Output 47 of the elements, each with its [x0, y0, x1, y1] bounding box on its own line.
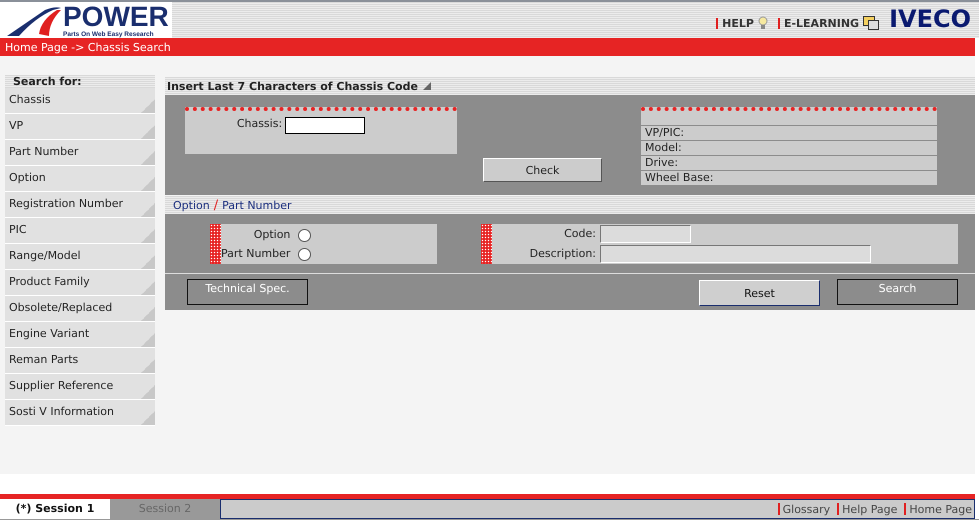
sidebar-item[interactable]: PIC	[5, 218, 155, 244]
field-label: Description:	[530, 246, 596, 262]
info-field: VP/PIC:	[641, 126, 937, 141]
option-link[interactable]: Option	[173, 198, 210, 212]
sidebar-item[interactable]: Range/Model	[5, 244, 155, 270]
chassis-field[interactable]	[285, 117, 366, 134]
logo-title: POWER	[63, 2, 169, 30]
corner-icon	[422, 82, 431, 90]
sidebar-item[interactable]: Option	[5, 166, 155, 192]
section-title: Insert Last 7 Characters of Chassis Code	[167, 80, 418, 92]
sidebar-item[interactable]: Registration Number	[5, 192, 155, 218]
footer-link[interactable]: Glossary	[782, 502, 830, 516]
separator: /	[214, 198, 218, 212]
footer-link[interactable]: Help Page	[842, 502, 898, 516]
sidebar-title: Search for:	[5, 75, 155, 88]
action-button[interactable]: Reset	[699, 280, 820, 306]
window-icon	[863, 16, 880, 30]
radio-button[interactable]	[298, 248, 312, 260]
sidebar-item[interactable]: Obsolete/Replaced	[5, 296, 155, 322]
text-field[interactable]	[600, 225, 691, 243]
chassis-label: Chassis:	[236, 117, 282, 130]
lightbulb-icon	[758, 16, 768, 30]
brand-logo: IVECO	[889, 7, 971, 31]
info-field: Model:	[641, 141, 937, 156]
header-link[interactable]: HELP	[722, 16, 754, 30]
footer-link[interactable]: Home Page	[909, 502, 972, 516]
breadcrumb: Home Page -> Chassis Search	[4, 40, 171, 54]
part-number-link[interactable]: Part Number	[222, 198, 292, 212]
dotted-strip	[210, 224, 221, 264]
radio-label: Part Number	[221, 246, 290, 260]
sidebar-item[interactable]: Sosti V Information	[5, 400, 155, 426]
info-field: Wheel Base:	[641, 171, 937, 186]
header-link[interactable]: E-LEARNING	[784, 16, 860, 30]
sidebar-item[interactable]: Reman Parts	[5, 348, 155, 374]
check-button[interactable]: Check	[483, 158, 602, 182]
info-field: Drive:	[641, 156, 937, 171]
dotted-strip	[481, 224, 492, 264]
radio-button[interactable]	[298, 228, 312, 242]
sidebar-item[interactable]: Part Number	[5, 140, 155, 166]
field-label: Code:	[564, 226, 596, 242]
sidebar-item[interactable]: Chassis	[5, 88, 155, 114]
radio-label: Option	[252, 228, 290, 242]
sidebar-item[interactable]: Engine Variant	[5, 322, 155, 348]
sidebar-item[interactable]: Product Family	[5, 270, 155, 296]
text-field[interactable]	[600, 245, 871, 263]
sidebar-item[interactable]: VP	[5, 114, 155, 140]
sidebar-item[interactable]: Supplier Reference	[5, 374, 155, 400]
